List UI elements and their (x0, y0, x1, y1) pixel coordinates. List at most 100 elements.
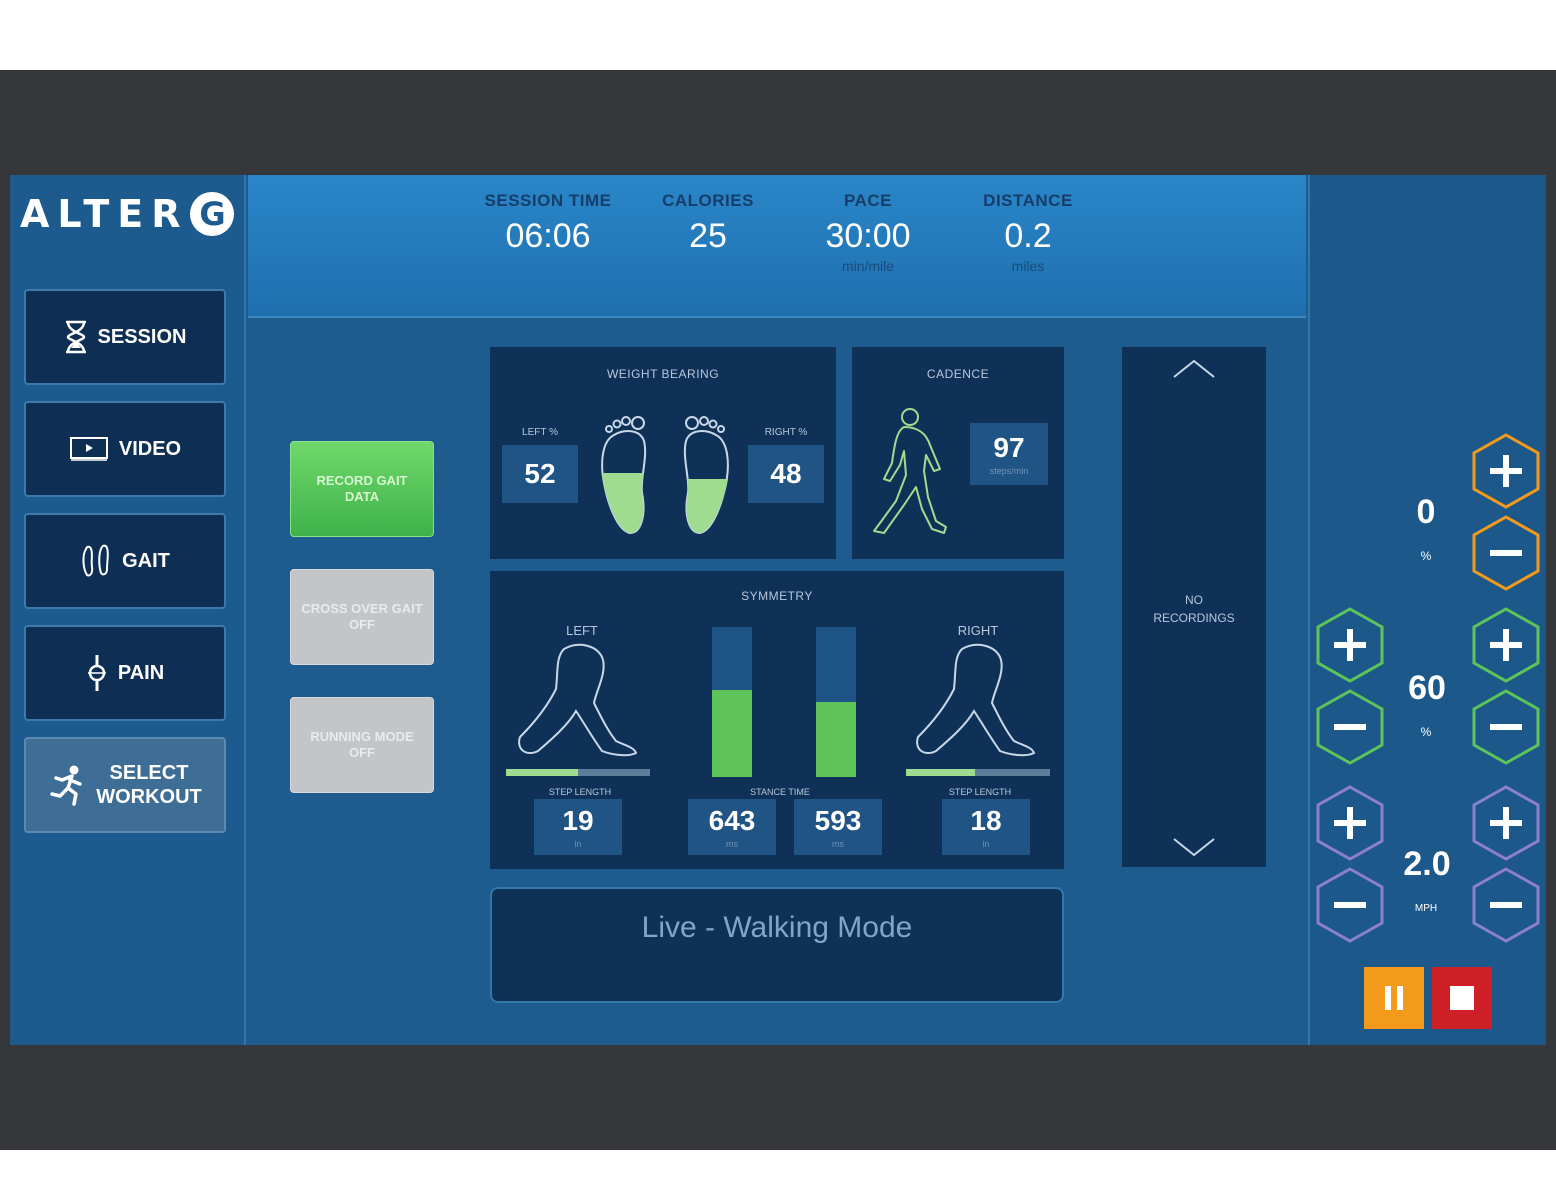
nav-session-button[interactable]: SESSION (24, 289, 226, 385)
mode-status-text: Live - Walking Mode (641, 911, 913, 944)
right-step-length-value: 18 in (942, 799, 1030, 855)
logo-text: ALTER (20, 192, 189, 236)
weight-bearing-panel: WEIGHT BEARING LEFT % 52 RIGHT % 48 (490, 347, 836, 559)
left-step-length-value: 19 in (534, 799, 622, 855)
right-leg-icon (916, 643, 1036, 757)
runner-icon (48, 764, 86, 806)
nav-gait-label: GAIT (122, 549, 170, 572)
record-gait-data-button[interactable]: RECORD GAIT DATA (290, 441, 434, 537)
stop-button[interactable] (1432, 967, 1492, 1029)
body-weight-value: 60 (1408, 669, 1446, 707)
recordings-panel: NO RECORDINGS (1122, 347, 1266, 867)
body-weight-unit: % (1420, 725, 1432, 739)
speed-right-plus-button[interactable] (1472, 785, 1540, 861)
nav-pain-button[interactable]: PAIN (24, 625, 226, 721)
stat-label: PACE (844, 191, 892, 210)
body-weight-left-minus-button[interactable] (1316, 689, 1384, 765)
hourglass-icon (64, 320, 88, 354)
body-weight-right-plus-button[interactable] (1472, 607, 1540, 683)
incline-plus-button[interactable] (1472, 433, 1540, 509)
logo-mark: G (190, 192, 235, 236)
incline-minus-button[interactable] (1472, 515, 1540, 591)
stat-value: 25 (689, 217, 727, 255)
symmetry-right-label: RIGHT (957, 623, 999, 638)
stat-label: SESSION TIME (484, 191, 612, 210)
left-step-length-fill (506, 769, 578, 776)
stat-calories: CALORIES 25 (628, 191, 788, 256)
speed-right-minus-button[interactable] (1472, 867, 1540, 943)
left-weight-value: 52 (502, 445, 578, 503)
running-mode-button[interactable]: RUNNING MODE OFF (290, 697, 434, 793)
feet-icon (601, 416, 729, 535)
stance-time-label: STANCE TIME (750, 787, 810, 797)
nav-pain-label: PAIN (117, 661, 165, 684)
cadence-panel: CADENCE 97 steps/min (852, 347, 1064, 559)
left-step-length-label: STEP LENGTH (548, 787, 612, 797)
no-recordings-text: NO RECORDINGS (1122, 591, 1266, 627)
mode-status-box: Live - Walking Mode (490, 887, 1064, 1003)
cadence-title: CADENCE (926, 367, 990, 381)
speed-left-minus-button[interactable] (1316, 867, 1384, 943)
stat-value: 06:06 (505, 217, 591, 255)
nav-video-label: VIDEO (118, 437, 182, 460)
stat-distance: DISTANCE 0.2 miles (948, 191, 1108, 274)
nav-gait-button[interactable]: GAIT (24, 513, 226, 609)
left-stance-number: 643 (708, 805, 756, 836)
right-stance-time-value: 593 ms (794, 799, 882, 855)
nav-select-workout-button[interactable]: SELECT WORKOUT (24, 737, 226, 833)
treadmill-screen: ALTER G SESSION VIDEO GAIT PAIN SELECT W… (10, 175, 1546, 1045)
pause-icon (1385, 986, 1403, 1010)
body-weight-right-minus-button[interactable] (1472, 689, 1540, 765)
left-weight-number: 52 (524, 458, 556, 489)
left-percent-label: LEFT % (522, 427, 558, 438)
right-percent-label: RIGHT % (764, 427, 808, 438)
right-stance-unit: ms (832, 839, 844, 849)
right-stance-column (816, 627, 856, 777)
chevron-up-icon[interactable] (1172, 357, 1216, 381)
left-leg-icon (518, 643, 638, 757)
select-line-2: WORKOUT (96, 786, 202, 808)
stop-icon (1450, 986, 1474, 1010)
left-stance-column (712, 627, 752, 777)
cadence-number: 97 (993, 432, 1025, 463)
left-step-length-bar (506, 769, 650, 776)
footprints-icon (80, 543, 112, 579)
right-step-length-fill (906, 769, 976, 776)
video-screen-icon (69, 436, 109, 462)
crossover-gait-button[interactable]: CROSS OVER GAIT OFF (290, 569, 434, 665)
right-step-unit: in (982, 839, 990, 849)
left-step-unit: in (574, 839, 582, 849)
stat-value: 0.2 (1004, 217, 1052, 255)
left-stance-time-value: 643 ms (688, 799, 776, 855)
incline-unit: % (1420, 549, 1432, 563)
right-step-length-label: STEP LENGTH (948, 787, 1012, 797)
speed-left-plus-button[interactable] (1316, 785, 1384, 861)
left-stance-unit: ms (726, 839, 738, 849)
symmetry-panel: SYMMETRY LEFT RIGHT STEP LENGTH STANCE T… (490, 571, 1064, 869)
speed-value: 2.0 (1403, 845, 1451, 883)
weight-bearing-title: WEIGHT BEARING (606, 367, 720, 381)
walking-figure-icon (873, 408, 947, 534)
alterg-logo: ALTER G (20, 189, 240, 239)
stat-unit: min/mile (841, 258, 895, 274)
speed-unit: MPH (1414, 903, 1438, 914)
stat-value: 30:00 (825, 217, 911, 255)
pause-button[interactable] (1364, 967, 1424, 1029)
chevron-down-icon[interactable] (1172, 835, 1216, 859)
right-weight-value: 48 (748, 445, 824, 503)
left-step-number: 19 (562, 805, 594, 836)
cadence-unit: steps/min (989, 466, 1029, 476)
body-weight-left-plus-button[interactable] (1316, 607, 1384, 683)
cadence-value: 97 steps/min (970, 423, 1048, 485)
symmetry-left-label: LEFT (566, 623, 598, 638)
right-stance-column-fill (816, 702, 856, 777)
stat-label: CALORIES (662, 191, 754, 210)
right-weight-number: 48 (770, 458, 802, 489)
nav-select-workout-label: SELECT WORKOUT (96, 761, 202, 809)
sidebar: ALTER G SESSION VIDEO GAIT PAIN SELECT W… (10, 175, 246, 1045)
stat-pace: PACE 30:00 min/mile (788, 191, 948, 274)
stat-label: DISTANCE (983, 191, 1073, 210)
nav-video-button[interactable]: VIDEO (24, 401, 226, 497)
no-recordings-line-1: NO (1185, 593, 1203, 607)
knee-joint-icon (86, 653, 108, 693)
